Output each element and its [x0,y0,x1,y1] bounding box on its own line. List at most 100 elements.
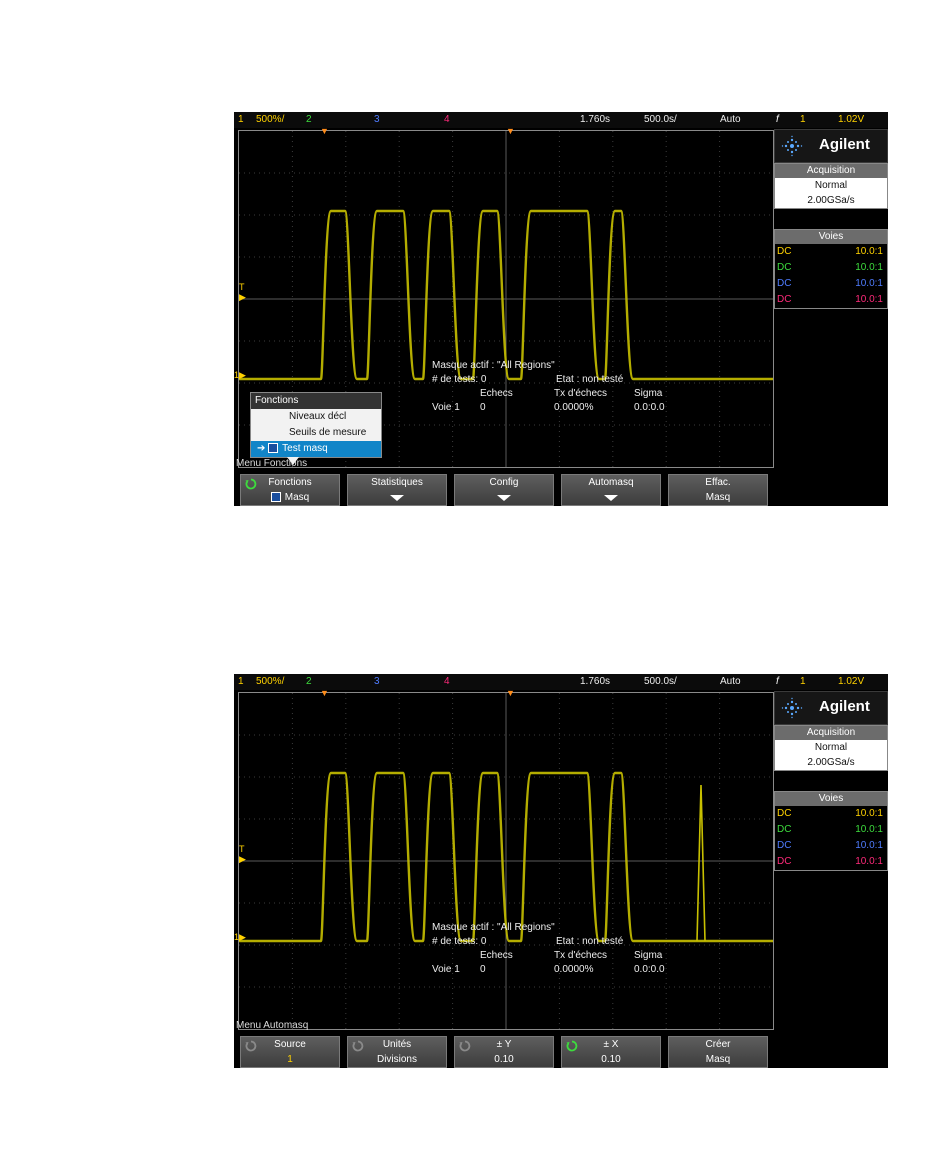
softkey-label: Config [489,477,519,488]
softkey-value: 0.10 [601,1054,621,1065]
row-failures: 0 [480,964,486,975]
delay-readout: 1.760s [580,114,611,125]
softkey-3[interactable]: ± Y 0.10 [454,1036,554,1068]
timebase-readout: 500.0s/ [644,676,677,687]
agilent-spark-icon [781,135,803,157]
channel-row-1[interactable]: DC 10.0:1 [775,806,887,822]
softkey-2[interactable]: Unités Divisions [347,1036,447,1068]
popup-pointer [287,457,299,465]
acquisition-panel[interactable]: Acquisition Normal 2.00GSa/s [774,163,888,209]
ch1-ground-marker: 1▶ [234,370,246,380]
channel-row-2[interactable]: DC 10.0:1 [775,260,887,276]
softkey-1[interactable]: Fonctions Masq [240,474,340,506]
channel-coupling: DC [777,294,792,305]
agilent-logo-text: Agilent [819,136,870,153]
softkey-label: Effac. [705,477,731,488]
softkey-1[interactable]: Source 1 [240,1036,340,1068]
mask-state: Etat : non testé [556,374,624,385]
ch1-scale: 500%/ [256,676,285,687]
softkey-4[interactable]: Automasq [561,474,661,506]
ch4-label: 4 [444,114,450,125]
channel-row-4[interactable]: DC 10.0:1 [775,854,887,870]
col-failure-rate: Tx d'échecs [554,950,608,961]
softkey-value: 0.10 [494,1054,514,1065]
softkey-2[interactable]: Statistiques [347,474,447,506]
trigger-edge-icon: f [776,676,779,687]
checkbox-icon [270,492,281,503]
softkey-label: Créer [705,1039,731,1050]
sample-rate: 2.00GSa/s [807,195,855,206]
channel-probe-ratio: 10.0:1 [855,824,883,835]
popup-menu-item[interactable]: Niveaux décl [251,409,381,425]
col-sigma: Sigma [634,388,663,399]
agilent-spark-icon [781,697,803,719]
channels-header: Voies [775,792,887,806]
pulse-trace [239,771,773,943]
row-failures: 0 [480,402,486,413]
channel-coupling: DC [777,262,792,273]
softkey-value: Masq [705,1054,731,1065]
channel-row-1[interactable]: DC 10.0:1 [775,244,887,260]
popup-menu-item[interactable]: Seuils de mesure [251,425,381,441]
row-channel-label: Voie 1 [432,402,460,413]
sample-rate: 2.00GSa/s [807,757,855,768]
channel-coupling: DC [777,246,792,257]
status-bar: 1 500%/ 2 3 4 1.760s 500.0s/ Auto f 1 1.… [234,112,888,128]
ch4-label: 4 [444,676,450,687]
channel-row-3[interactable]: DC 10.0:1 [775,276,887,292]
softkey-label: Source [274,1039,306,1050]
agilent-logo: Agilent [774,129,888,163]
ch2-label: 2 [306,676,312,687]
row-failure-rate: 0.0000% [554,964,594,975]
ch1-label: 1 [238,114,244,125]
col-sigma: Sigma [634,950,663,961]
mask-state: Etat : non testé [556,936,624,947]
functions-popup-menu[interactable]: Fonctions Niveaux décl Seuils de mesure ➔ T… [250,392,382,465]
channel-probe-ratio: 10.0:1 [855,246,883,257]
acquisition-panel[interactable]: Acquisition Normal 2.00GSa/s [774,725,888,771]
trigger-level-marker: T ▶ [239,844,246,864]
trigger-source: 1 [800,676,806,687]
channel-row-4[interactable]: DC 10.0:1 [775,292,887,308]
agilent-logo: Agilent [774,691,888,725]
softkey-3[interactable]: Config [454,474,554,506]
status-bar: 1 500%/ 2 3 4 1.760s 500.0s/ Auto f 1 1.… [234,674,888,690]
softkey-label: ± X [603,1039,619,1050]
row-sigma: 0.0:0.0 [634,402,665,413]
softkey-5[interactable]: Créer Masq [668,1036,768,1068]
softkey-value: Divisions [376,1054,417,1065]
channels-header: Voies [775,230,887,244]
softkey-5[interactable]: Effac. Masq [668,474,768,506]
time-reference-marker: ▼ [506,126,515,136]
glitch-spike [696,784,706,942]
trigger-position-marker: ▼ [320,688,329,698]
submenu-arrow-icon [497,495,511,501]
row-failure-rate: 0.0000% [554,402,594,413]
tests-count: # de tests: 0 [432,936,487,947]
time-reference-marker: ▼ [506,688,515,698]
channel-coupling: DC [777,840,792,851]
channel-coupling: DC [777,808,792,819]
softkey-value: Masq [241,492,339,503]
trigger-level: 1.02V [838,676,865,687]
trigger-level-marker: T ▶ [239,282,246,302]
trigger-position-marker: ▼ [320,126,329,136]
channels-panel[interactable]: Voies DC 10.0:1 DC 10.0:1 DC 10.0:1 DC 10.0:1 [774,229,888,309]
waveform-grid[interactable] [238,692,774,1030]
softkey-4[interactable]: ± X 0.10 [561,1036,661,1068]
checkbox-icon [268,443,279,454]
softkey-value: Masq [705,492,731,503]
oscilloscope-screen-2: 1 500%/ 2 3 4 1.760s 500.0s/ Auto f 1 1.… [234,674,888,1068]
popup-menu-item-selected[interactable]: ➔ Test masq [251,441,381,457]
agilent-logo-text: Agilent [819,698,870,715]
col-failures: Echecs [480,388,513,399]
delay-readout: 1.760s [580,676,611,687]
mask-active-label: Masque actif : "All Regions" [432,360,555,371]
softkey-value [348,492,446,504]
tests-count: # de tests: 0 [432,374,487,385]
channel-row-2[interactable]: DC 10.0:1 [775,822,887,838]
channel-row-3[interactable]: DC 10.0:1 [775,838,887,854]
softkey-label: Fonctions [268,477,312,488]
trigger-mode: Auto [720,114,741,125]
channels-panel[interactable]: Voies DC 10.0:1 DC 10.0:1 DC 10.0:1 DC 10.0:1 [774,791,888,871]
